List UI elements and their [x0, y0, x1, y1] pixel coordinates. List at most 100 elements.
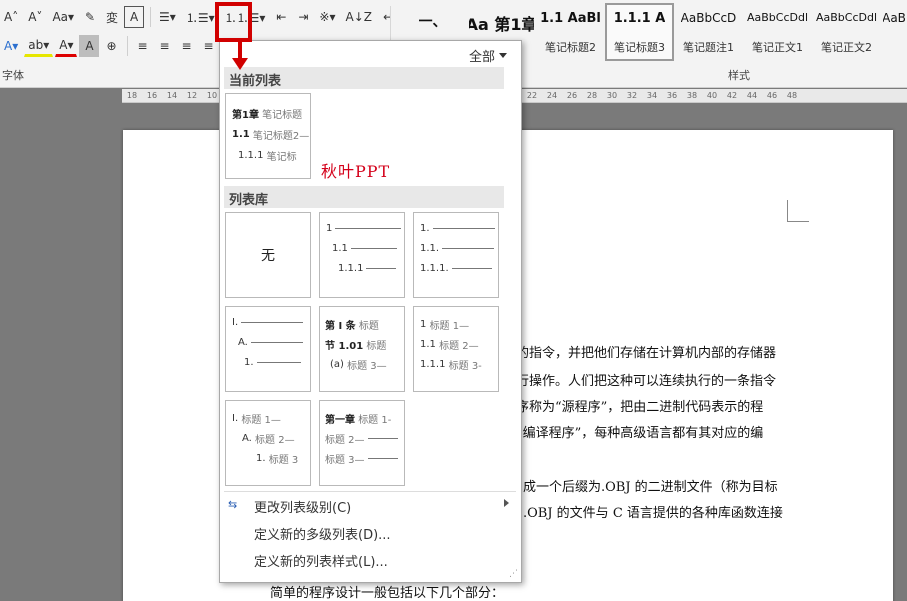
tile-num: 1.1. — [420, 243, 440, 254]
clear-format-icon[interactable]: ✎ — [80, 6, 100, 28]
list-filter-label: 全部 — [468, 50, 495, 65]
current-list-header: 当前列表 — [224, 67, 504, 89]
style-preview: 1.1.1 A — [613, 11, 666, 26]
decrease-indent-button[interactable]: ⇤ — [271, 6, 291, 28]
list-tile[interactable]: 1 1.1 1.1.1 — [319, 212, 405, 298]
tile-level-3: 1.1.1 — [338, 263, 397, 274]
change-list-level-item[interactable]: 更改列表级别(C) — [254, 497, 351, 516]
change-list-level-icon: ⇆ — [228, 498, 238, 511]
ruler-tick: 22 — [526, 91, 538, 100]
style-item[interactable]: 1.1 AaBl 笔记标题2 — [536, 3, 605, 61]
style-preview: 一、 — [418, 14, 447, 30]
margin-corner-mark — [787, 200, 809, 222]
multilevel-list-dropdown: 全部 当前列表 第1章 笔记标题 1.1 笔记标题2— 1.1.1 笔记标 秋叶… — [219, 40, 522, 583]
tile-label: 标题 3- — [448, 361, 482, 372]
bullets-button[interactable]: ☰▾ — [155, 6, 180, 28]
list-tile[interactable]: 1 标题 1— 1.1 标题 2— 1.1.1 标题 3- — [413, 306, 499, 392]
tile-num: 1.1 — [420, 339, 436, 350]
font-group-label: 字体 — [2, 69, 24, 82]
tile-level-1: 1. — [420, 223, 495, 234]
style-item[interactable]: AaBbCcDdl 笔记正文1 — [743, 3, 812, 61]
current-list-tile[interactable]: 第1章 笔记标题 1.1 笔记标题2— 1.1.1 笔记标 — [225, 93, 311, 179]
style-item[interactable]: AaB — [881, 3, 907, 61]
tile-num: 1.1.1 — [238, 150, 264, 161]
ruler-tick: 26 — [566, 91, 578, 100]
tile-num: 1.1 — [332, 243, 348, 254]
tile-num: 1 — [326, 223, 333, 234]
document-line: 序称为“源程序”，把由二进制代码表示的程 — [516, 400, 764, 415]
ruler-tick: 30 — [606, 91, 618, 100]
tile-num: 1.1.1 — [420, 359, 446, 370]
tile-level-1: 1 — [326, 223, 402, 234]
style-name: 笔记正文2 — [821, 41, 872, 54]
tile-label: 标题 2— — [255, 435, 295, 446]
style-item[interactable]: AaBbCcD 笔记题注1 — [674, 3, 743, 61]
change-case-button[interactable]: Aa▾ — [48, 6, 78, 28]
tile-level-2: 1.1 — [332, 243, 397, 254]
align-left-button[interactable]: ≡ — [132, 35, 152, 57]
tile-num: 1 — [420, 319, 427, 330]
tile-bar — [350, 248, 397, 249]
list-filter-dropdown[interactable]: 全部 — [469, 46, 507, 65]
asian-layout-button[interactable]: ※▾ — [315, 6, 339, 28]
style-preview: AaBbCcD — [680, 11, 737, 25]
define-list-style-item[interactable]: 定义新的列表样式(L)... — [254, 551, 388, 570]
tile-bar — [250, 342, 303, 343]
tile-level-1: 第 Ⅰ 条 标题 — [325, 317, 379, 332]
style-name: 笔记标题3 — [614, 41, 665, 54]
tile-label: 标题 2— — [439, 341, 479, 352]
char-border-button[interactable]: A — [124, 6, 145, 28]
resize-grip-icon[interactable]: ⋰ — [509, 569, 518, 579]
tile-level-1: 第一章 标题 1- — [325, 411, 391, 426]
sort-button[interactable]: A↓Z — [342, 6, 376, 28]
tile-num: I. — [232, 413, 239, 424]
ruler-tick: 32 — [626, 91, 638, 100]
ruler-tick: 36 — [666, 91, 678, 100]
char-shading-button[interactable]: A — [79, 35, 100, 57]
align-center-button[interactable]: ≡ — [154, 35, 174, 57]
style-item[interactable]: AaBbCcDdl 笔记正文2 — [812, 3, 881, 61]
increase-indent-button[interactable]: ⇥ — [293, 6, 313, 28]
tile-num: 第 Ⅰ 条 — [325, 321, 356, 332]
list-tile[interactable]: 第一章 标题 1- 标题 2— 标题 3— — [319, 400, 405, 486]
tile-level-3: (a) 标题 3— — [330, 357, 387, 372]
style-name: 笔记正文1 — [752, 41, 803, 54]
chevron-right-icon — [504, 499, 509, 507]
tile-level-2: 标题 2— — [325, 431, 398, 446]
show-marks-button[interactable]: ↵ — [378, 6, 398, 28]
tile-bar — [367, 458, 398, 459]
tile-level-3: 1. 标题 3 — [256, 451, 298, 466]
style-preview: AaBbCcDdl — [746, 11, 809, 24]
tile-bar — [366, 268, 397, 269]
ruler-tick: 12 — [186, 91, 198, 100]
separator — [150, 7, 152, 27]
tile-num: 节 1.01 — [325, 341, 364, 352]
tile-num: 1. — [256, 453, 266, 464]
text-effects-button[interactable]: A▾ — [0, 35, 22, 57]
list-tile[interactable]: 第 Ⅰ 条 标题 节 1.01 标题 (a) 标题 3— — [319, 306, 405, 392]
define-multilevel-list-item[interactable]: 定义新的多级列表(D)... — [254, 524, 391, 543]
separator — [127, 36, 129, 56]
tile-label: 标题 — [366, 341, 387, 352]
ruler-tick: 46 — [766, 91, 778, 100]
align-right-button[interactable]: ≡ — [176, 35, 196, 57]
document-line: 简单的程序设计一般包括以下几个部分： — [270, 586, 505, 601]
font-color-button[interactable]: A▾ — [55, 35, 78, 57]
numbering-button[interactable]: ⒈☰▾ — [182, 6, 219, 28]
list-tile[interactable]: I. A. 1. — [225, 306, 311, 392]
grow-font-button[interactable]: A˄ — [0, 6, 22, 28]
enclose-chars-button[interactable]: ⊕ — [101, 35, 121, 57]
list-tile[interactable]: I. 标题 1— A. 标题 2— 1. 标题 3 — [225, 400, 311, 486]
tile-level-1: I. 标题 1— — [232, 411, 281, 426]
tile-level-2: A. — [238, 337, 303, 348]
tile-label: 标题 3— — [347, 361, 387, 372]
highlight-color-button[interactable]: ab▾ — [24, 35, 54, 57]
ruler-tick: 16 — [146, 91, 158, 100]
list-tile[interactable]: 1. 1.1. 1.1.1. — [413, 212, 499, 298]
ruler-tick: 34 — [646, 91, 658, 100]
list-tile-none[interactable]: 无 — [225, 212, 311, 298]
style-item-selected[interactable]: 1.1.1 A 笔记标题3 — [605, 3, 674, 61]
tile-bar — [335, 228, 402, 229]
phonetic-guide-button[interactable]: 変 — [102, 6, 122, 28]
shrink-font-button[interactable]: A˅ — [24, 6, 46, 28]
